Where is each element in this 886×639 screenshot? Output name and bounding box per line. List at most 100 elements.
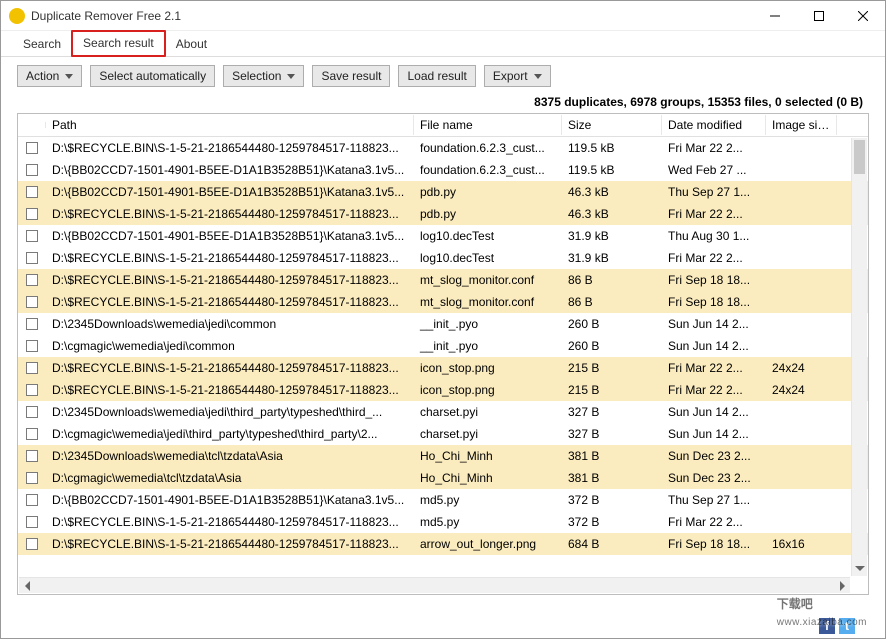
cell-file-name: log10.decTest	[414, 226, 562, 246]
cell-size: 381 B	[562, 446, 662, 466]
row-checkbox-cell	[18, 425, 46, 443]
cell-file-name: icon_stop.png	[414, 380, 562, 400]
button-label: Selection	[232, 69, 281, 83]
row-checkbox[interactable]	[26, 450, 38, 462]
select-automatically-button[interactable]: Select automatically	[90, 65, 215, 87]
export-button[interactable]: Export	[484, 65, 551, 87]
table-row[interactable]: D:\$RECYCLE.BIN\S-1-5-21-2186544480-1259…	[18, 379, 868, 401]
minimize-button[interactable]	[753, 1, 797, 30]
column-date-modified[interactable]: Date modified	[662, 115, 766, 135]
row-checkbox[interactable]	[26, 340, 38, 352]
maximize-button[interactable]	[797, 1, 841, 30]
cell-size: 327 B	[562, 402, 662, 422]
scroll-right-button[interactable]	[834, 578, 850, 593]
twitter-icon[interactable]: t	[839, 618, 855, 634]
footer-icons: f t	[819, 618, 855, 634]
tab-about[interactable]: About	[166, 33, 217, 56]
cell-date: Sun Jun 14 2...	[662, 314, 766, 334]
column-size[interactable]: Size	[562, 115, 662, 135]
toolbar: Action Select automatically Selection Sa…	[1, 57, 885, 95]
row-checkbox[interactable]	[26, 538, 38, 550]
table-row[interactable]: D:\$RECYCLE.BIN\S-1-5-21-2186544480-1259…	[18, 511, 868, 533]
horizontal-scrollbar[interactable]	[19, 577, 850, 593]
cell-image-size: 24x24	[766, 358, 837, 378]
table-row[interactable]: D:\2345Downloads\wemedia\jedi\third_part…	[18, 401, 868, 423]
table-row[interactable]: D:\cgmagic\wemedia\jedi\third_party\type…	[18, 423, 868, 445]
scroll-thumb[interactable]	[854, 140, 865, 174]
cell-image-size	[766, 299, 837, 305]
close-button[interactable]	[841, 1, 885, 30]
cell-image-size	[766, 233, 837, 239]
table-row[interactable]: D:\$RECYCLE.BIN\S-1-5-21-2186544480-1259…	[18, 203, 868, 225]
tab-search[interactable]: Search	[13, 33, 71, 56]
cell-path: D:\$RECYCLE.BIN\S-1-5-21-2186544480-1259…	[46, 292, 414, 312]
column-path[interactable]: Path	[46, 115, 414, 135]
table-row[interactable]: D:\2345Downloads\wemedia\tcl\tzdata\Asia…	[18, 445, 868, 467]
facebook-icon[interactable]: f	[819, 618, 835, 634]
row-checkbox[interactable]	[26, 516, 38, 528]
table-row[interactable]: D:\{BB02CCD7-1501-4901-B5EE-D1A1B3528B51…	[18, 489, 868, 511]
cell-path: D:\2345Downloads\wemedia\tcl\tzdata\Asia	[46, 446, 414, 466]
row-checkbox[interactable]	[26, 384, 38, 396]
cell-file-name: arrow_out_longer.png	[414, 534, 562, 554]
row-checkbox[interactable]	[26, 274, 38, 286]
selection-button[interactable]: Selection	[223, 65, 304, 87]
row-checkbox[interactable]	[26, 142, 38, 154]
row-checkbox[interactable]	[26, 296, 38, 308]
row-checkbox[interactable]	[26, 472, 38, 484]
cell-path: D:\$RECYCLE.BIN\S-1-5-21-2186544480-1259…	[46, 138, 414, 158]
table-row[interactable]: D:\cgmagic\wemedia\jedi\common__init_.py…	[18, 335, 868, 357]
cell-date: Fri Sep 18 18...	[662, 292, 766, 312]
tab-search-result[interactable]: Search result	[71, 30, 166, 57]
table-row[interactable]: D:\$RECYCLE.BIN\S-1-5-21-2186544480-1259…	[18, 357, 868, 379]
table-row[interactable]: D:\cgmagic\wemedia\tcl\tzdata\AsiaHo_Chi…	[18, 467, 868, 489]
row-checkbox[interactable]	[26, 230, 38, 242]
row-checkbox[interactable]	[26, 252, 38, 264]
cell-size: 260 B	[562, 336, 662, 356]
app-icon	[9, 8, 25, 24]
scroll-down-button[interactable]	[852, 560, 867, 576]
row-checkbox[interactable]	[26, 428, 38, 440]
scroll-left-button[interactable]	[19, 578, 35, 593]
column-checkbox[interactable]	[18, 122, 46, 128]
action-button[interactable]: Action	[17, 65, 82, 87]
tab-bar: Search Search result About	[1, 31, 885, 57]
cell-path: D:\$RECYCLE.BIN\S-1-5-21-2186544480-1259…	[46, 358, 414, 378]
cell-file-name: Ho_Chi_Minh	[414, 468, 562, 488]
tab-label: Search	[23, 37, 61, 51]
column-image-size[interactable]: Image size	[766, 115, 837, 135]
cell-file-name: log10.decTest	[414, 248, 562, 268]
row-checkbox-cell	[18, 205, 46, 223]
table-row[interactable]: D:\{BB02CCD7-1501-4901-B5EE-D1A1B3528B51…	[18, 225, 868, 247]
cell-image-size	[766, 409, 837, 415]
cell-image-size	[766, 189, 837, 195]
table-row[interactable]: D:\$RECYCLE.BIN\S-1-5-21-2186544480-1259…	[18, 247, 868, 269]
table-row[interactable]: D:\2345Downloads\wemedia\jedi\common__in…	[18, 313, 868, 335]
cell-image-size	[766, 343, 837, 349]
row-checkbox[interactable]	[26, 164, 38, 176]
cell-path: D:\{BB02CCD7-1501-4901-B5EE-D1A1B3528B51…	[46, 490, 414, 510]
row-checkbox[interactable]	[26, 406, 38, 418]
table-row[interactable]: D:\{BB02CCD7-1501-4901-B5EE-D1A1B3528B51…	[18, 159, 868, 181]
load-result-button[interactable]: Load result	[398, 65, 475, 87]
cell-date: Fri Mar 22 2...	[662, 138, 766, 158]
table-row[interactable]: D:\$RECYCLE.BIN\S-1-5-21-2186544480-1259…	[18, 137, 868, 159]
table-row[interactable]: D:\$RECYCLE.BIN\S-1-5-21-2186544480-1259…	[18, 291, 868, 313]
table-row[interactable]: D:\{BB02CCD7-1501-4901-B5EE-D1A1B3528B51…	[18, 181, 868, 203]
vertical-scrollbar[interactable]	[851, 138, 867, 576]
cell-size: 260 B	[562, 314, 662, 334]
row-checkbox[interactable]	[26, 494, 38, 506]
row-checkbox[interactable]	[26, 208, 38, 220]
row-checkbox[interactable]	[26, 362, 38, 374]
row-checkbox[interactable]	[26, 318, 38, 330]
button-label: Save result	[321, 69, 381, 83]
table-row[interactable]: D:\$RECYCLE.BIN\S-1-5-21-2186544480-1259…	[18, 533, 868, 555]
row-checkbox[interactable]	[26, 186, 38, 198]
cell-path: D:\2345Downloads\wemedia\jedi\third_part…	[46, 402, 414, 422]
table-row[interactable]: D:\$RECYCLE.BIN\S-1-5-21-2186544480-1259…	[18, 269, 868, 291]
save-result-button[interactable]: Save result	[312, 65, 390, 87]
cell-file-name: Ho_Chi_Minh	[414, 446, 562, 466]
cell-size: 46.3 kB	[562, 182, 662, 202]
column-file-name[interactable]: File name	[414, 115, 562, 135]
cell-image-size	[766, 277, 837, 283]
